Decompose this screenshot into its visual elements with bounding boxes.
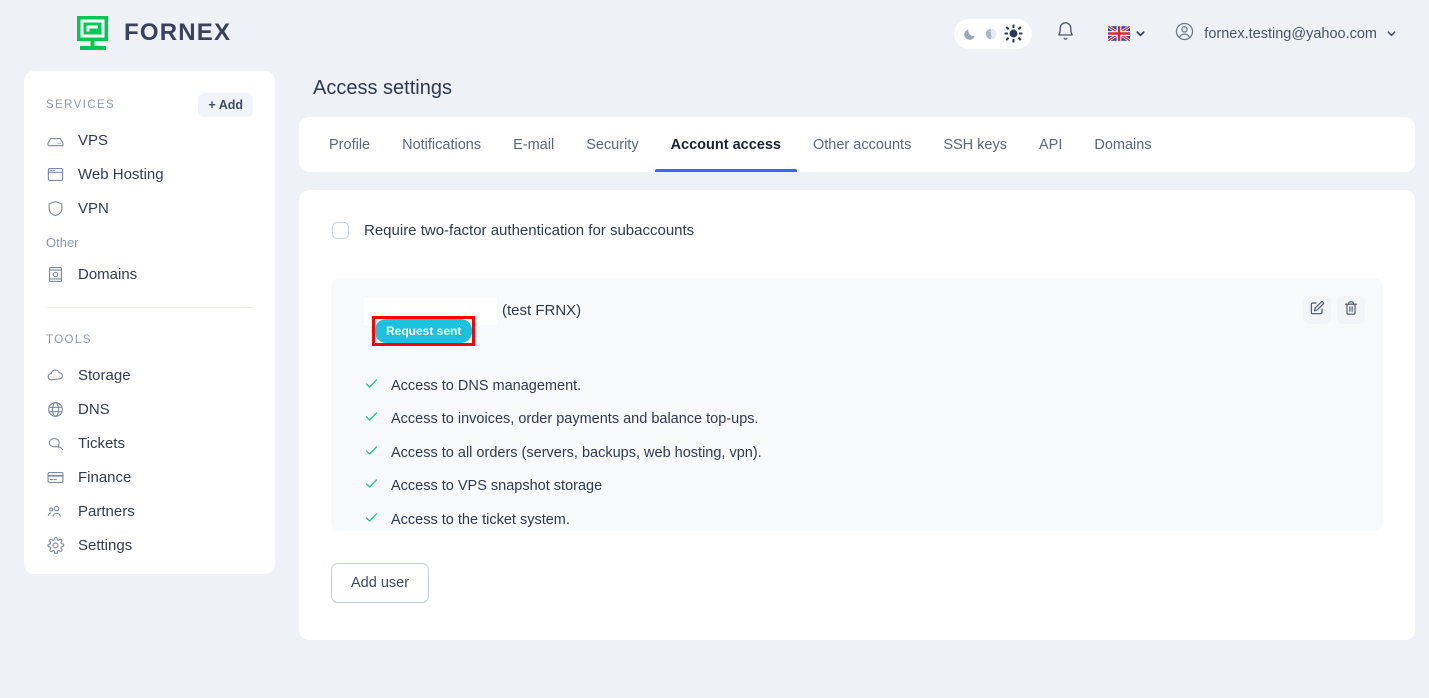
check-icon: [364, 476, 379, 496]
sidebar-item-settings[interactable]: Settings: [24, 528, 275, 562]
subaccount-header: (test FRNX): [355, 298, 1359, 325]
user-email: fornex.testing@yahoo.com: [1204, 25, 1377, 42]
subaccount-actions: [1303, 296, 1365, 324]
tab-domains[interactable]: Domains: [1078, 117, 1167, 172]
tab-email[interactable]: E-mail: [497, 117, 570, 172]
sidebar-item-web-hosting[interactable]: Web Hosting: [24, 157, 275, 191]
sidebar-item-domains[interactable]: Domains: [24, 257, 275, 291]
notifications-button[interactable]: [1048, 17, 1082, 51]
permission-label: Access to the ticket system.: [391, 511, 570, 528]
page-title: Access settings: [313, 77, 452, 99]
tab-notifications[interactable]: Notifications: [386, 117, 497, 172]
sidebar-item-label: Domains: [78, 265, 138, 283]
tab-ssh-keys[interactable]: SSH keys: [927, 117, 1023, 172]
list-item: Access to DNS management.: [355, 369, 1359, 403]
sidebar-item-dns[interactable]: DNS: [24, 392, 275, 426]
sidebar-item-partners[interactable]: Partners: [24, 494, 275, 528]
user-menu[interactable]: fornex.testing@yahoo.com: [1174, 21, 1397, 46]
tabs-bar: Profile Notifications E-mail Security Ac…: [299, 117, 1415, 172]
sidebar-tools-label: TOOLS: [46, 334, 92, 346]
sidebar-item-finance[interactable]: Finance: [24, 460, 275, 494]
tab-security[interactable]: Security: [570, 117, 654, 172]
delete-subaccount-button[interactable]: [1337, 296, 1365, 324]
credit-card-icon: [46, 468, 65, 487]
account-access-panel: Require two-factor authentication for su…: [299, 190, 1415, 640]
gear-icon: [46, 536, 65, 555]
check-icon: [364, 409, 379, 429]
sidebar-item-label: Storage: [78, 366, 131, 384]
sun-icon[interactable]: [1004, 24, 1023, 43]
globe-icon: [46, 400, 65, 419]
permissions-list: Access to DNS management. Access to invo…: [355, 369, 1359, 537]
two-factor-checkbox[interactable]: [332, 222, 349, 239]
moon-icon[interactable]: [963, 26, 978, 41]
theme-switcher[interactable]: [954, 18, 1033, 49]
cloud-icon: [46, 366, 65, 385]
two-factor-row: Require two-factor authentication for su…: [332, 222, 1383, 239]
sidebar-item-tickets[interactable]: Tickets: [24, 426, 275, 460]
permission-label: Access to VPS snapshot storage: [391, 478, 603, 495]
sidebar-item-label: VPS: [78, 131, 109, 149]
permission-label: Access to DNS management.: [391, 377, 582, 394]
tab-api[interactable]: API: [1023, 117, 1078, 172]
sidebar-item-label: Web Hosting: [78, 165, 164, 183]
bell-icon: [1055, 21, 1076, 47]
sidebar-item-storage[interactable]: Storage: [24, 358, 275, 392]
check-icon: [364, 510, 379, 530]
chevron-down-icon: [1135, 28, 1146, 39]
sidebar: SERVICES + Add VPS Web Hosting VPN Other…: [24, 71, 275, 574]
sidebar-other-label: Other: [46, 234, 79, 250]
sidebar-item-label: DNS: [78, 400, 110, 418]
two-factor-label: Require two-factor authentication for su…: [364, 222, 695, 239]
book-icon: [46, 265, 65, 284]
sidebar-item-label: Settings: [78, 536, 133, 554]
tab-profile[interactable]: Profile: [313, 117, 386, 172]
edit-subaccount-button[interactable]: [1303, 296, 1331, 324]
chat-bubbles-icon: [46, 434, 65, 453]
list-item: Access to invoices, order payments and b…: [355, 403, 1359, 437]
list-item: Access to all orders (servers, backups, …: [355, 436, 1359, 470]
language-selector[interactable]: [1108, 26, 1146, 41]
trash-icon: [1343, 300, 1359, 321]
fornex-monitor-logo-icon: [74, 13, 114, 53]
permission-label: Access to all orders (servers, backups, …: [391, 444, 762, 461]
sidebar-item-label: VPN: [78, 199, 109, 217]
main-content: Access settings Profile Notifications E-…: [299, 71, 1415, 640]
sidebar-item-vpn[interactable]: VPN: [24, 191, 275, 225]
status-badge: Request sent: [375, 319, 473, 344]
people-icon: [46, 502, 65, 521]
sidebar-item-vps[interactable]: VPS: [24, 123, 275, 157]
subaccount-card: (test FRNX) Request sent Access to DNS m…: [331, 278, 1383, 531]
server-icon: [46, 131, 65, 150]
top-bar: FORNEX fornex.testing@yahoo.com: [0, 0, 1429, 67]
add-user-button[interactable]: Add user: [331, 563, 430, 603]
sidebar-services-label: SERVICES: [46, 99, 116, 111]
sidebar-divider: [46, 307, 253, 308]
user-circle-icon: [1174, 21, 1195, 46]
sidebar-services-header: SERVICES + Add: [24, 87, 275, 123]
top-bar-actions: fornex.testing@yahoo.com: [954, 0, 1397, 67]
sidebar-item-label: Finance: [78, 468, 132, 486]
check-icon: [364, 376, 379, 396]
add-service-button[interactable]: + Add: [198, 93, 253, 117]
tab-account-access[interactable]: Account access: [654, 117, 798, 172]
half-moon-auto-icon[interactable]: [984, 27, 998, 41]
sidebar-item-label: Partners: [78, 502, 135, 520]
list-item: Access to the ticket system.: [355, 503, 1359, 537]
check-icon: [364, 443, 379, 463]
subaccount-name-suffix: (test FRNX): [502, 302, 582, 319]
brand-name: FORNEX: [124, 19, 232, 46]
tab-other-accounts[interactable]: Other accounts: [797, 117, 927, 172]
sidebar-item-label: Tickets: [78, 434, 125, 452]
uk-flag-icon: [1108, 26, 1131, 41]
chevron-down-icon: [1386, 28, 1397, 39]
permission-label: Access to invoices, order payments and b…: [391, 411, 759, 428]
list-item: Access to VPS snapshot storage: [355, 470, 1359, 504]
shield-icon: [46, 199, 65, 218]
brand-logo[interactable]: FORNEX: [74, 13, 231, 53]
sidebar-tools-header: TOOLS: [24, 322, 275, 358]
edit-pencil-icon: [1309, 300, 1325, 321]
status-badge-highlight: Request sent: [372, 316, 476, 347]
browser-window-icon: [46, 165, 65, 184]
